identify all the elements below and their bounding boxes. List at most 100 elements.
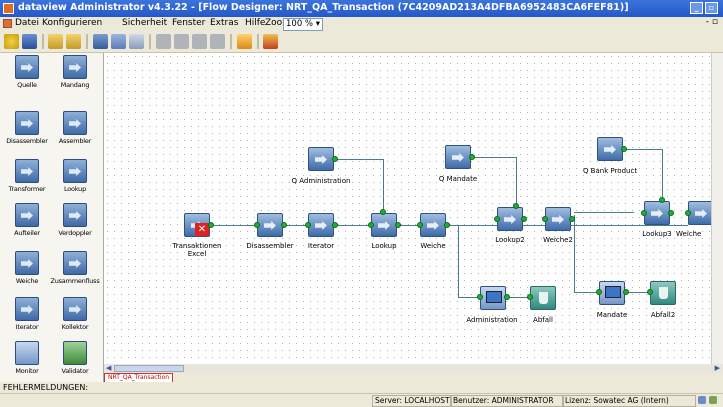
output-port[interactable] [521, 216, 527, 222]
node-administration[interactable] [480, 286, 506, 310]
input-port[interactable] [542, 216, 548, 222]
connect-icon[interactable] [93, 34, 108, 49]
input-port[interactable] [305, 222, 311, 228]
lookup-port[interactable] [513, 203, 519, 209]
collector-icon [63, 297, 87, 321]
palette-item-iterator[interactable]: Iterator [2, 297, 52, 337]
scroll-left-icon[interactable]: ◀ [106, 364, 111, 372]
node-iterator[interactable] [308, 213, 334, 237]
grid-icon[interactable] [111, 34, 126, 49]
mandang-icon [63, 55, 87, 79]
menu-konfigurieren[interactable]: Konfigurieren [42, 18, 102, 28]
input-port[interactable] [477, 294, 483, 300]
minimize-button[interactable]: _ [690, 2, 703, 14]
input-port[interactable] [417, 222, 423, 228]
connector [458, 225, 459, 297]
open-icon[interactable] [4, 34, 19, 49]
output-port[interactable] [621, 146, 627, 152]
folder-icon[interactable] [48, 34, 63, 49]
node-abfall2[interactable] [650, 281, 676, 305]
palette-item-transformer[interactable]: Transformer [2, 159, 52, 199]
toolbar [0, 31, 723, 53]
input-port[interactable] [494, 216, 500, 222]
maximize-button[interactable]: ▫ [705, 2, 718, 14]
palette-item-disassembler[interactable]: Disassembler [2, 111, 52, 151]
flow-canvas[interactable]: Q Administration Q Mandate Q Bank Produc… [104, 53, 711, 364]
palette-item-monitor[interactable]: Monitor [2, 341, 52, 381]
menu-sicherheit[interactable]: Sicherheit [122, 18, 167, 28]
zoom-select[interactable]: 100 % ▾ [283, 18, 323, 31]
palette-item-quelle[interactable]: Quelle [2, 55, 52, 95]
node-label: Weiche [676, 230, 702, 238]
source-icon [15, 55, 39, 79]
play-icon[interactable] [156, 34, 171, 49]
merge-icon [63, 251, 87, 275]
input-port[interactable] [596, 289, 602, 295]
save-icon[interactable] [22, 34, 37, 49]
output-port[interactable] [504, 294, 510, 300]
output-port[interactable] [569, 216, 575, 222]
lookup-port[interactable] [659, 197, 665, 203]
menu-fenster[interactable]: Fenster [172, 18, 205, 28]
output-port[interactable] [208, 222, 214, 228]
title-bar: dataview Administrator v4.3.22 - [Flow D… [0, 0, 723, 17]
palette-item-verdoppler[interactable]: Verdoppler [50, 203, 100, 243]
folder-open-icon[interactable] [66, 34, 81, 49]
node-transaktionen-excel[interactable]: ✕ [184, 213, 210, 237]
palette-item-lookup[interactable]: Lookup [50, 159, 100, 199]
node-disassembler[interactable] [257, 213, 283, 237]
node-abfall[interactable] [530, 286, 556, 310]
palette-item-zusammenfluss[interactable]: Zusammenfluss [50, 251, 100, 291]
output-port[interactable] [668, 210, 674, 216]
scroll-right-icon[interactable]: ▶ [715, 364, 720, 372]
node-mandate[interactable] [599, 281, 625, 305]
input-port[interactable] [527, 294, 533, 300]
stop-icon[interactable] [210, 34, 225, 49]
node-label: Q Mandate [438, 175, 478, 183]
node-q-bank-product[interactable] [597, 137, 623, 161]
input-port[interactable] [685, 210, 691, 216]
node-q-administration[interactable] [308, 147, 334, 171]
output-port[interactable] [281, 222, 287, 228]
horizontal-scrollbar[interactable]: ◀ ▶ [104, 364, 723, 373]
input-port[interactable] [368, 222, 374, 228]
palette-item-validator[interactable]: Validator [50, 341, 100, 381]
output-port[interactable] [395, 222, 401, 228]
palette-item-mandang[interactable]: Mandang [50, 55, 100, 95]
search-icon[interactable] [237, 34, 252, 49]
status-user: Benutzer: ADMINISTRATOR [450, 395, 564, 407]
output-port[interactable] [332, 156, 338, 162]
validator-icon [63, 341, 87, 365]
palette-item-kollektor[interactable]: Kollektor [50, 297, 100, 337]
input-port[interactable] [647, 289, 653, 295]
database-icon[interactable] [263, 34, 278, 49]
output-port[interactable] [623, 289, 629, 295]
vertical-scrollbar[interactable] [711, 53, 723, 364]
node-lookup2[interactable] [497, 207, 523, 231]
node-q-mandate[interactable] [445, 145, 471, 169]
toolbar-separator [149, 34, 151, 49]
node-weiche[interactable] [420, 213, 446, 237]
lookup-port[interactable] [380, 209, 386, 215]
step-icon[interactable] [174, 34, 189, 49]
menu-extras[interactable]: Extras [210, 18, 238, 28]
output-port[interactable] [332, 222, 338, 228]
palette-item-aufteiler[interactable]: Aufteiler [2, 203, 52, 243]
app-icon [3, 3, 14, 14]
node-lookup3[interactable] [644, 201, 670, 225]
output-port[interactable] [469, 154, 475, 160]
menu-datei[interactable]: Datei [15, 18, 39, 28]
view-icon[interactable] [129, 34, 144, 49]
node-lookup[interactable] [371, 213, 397, 237]
palette-item-weiche[interactable]: Weiche [2, 251, 52, 291]
palette-item-assembler[interactable]: Assembler [50, 111, 100, 151]
node-weiche2[interactable] [545, 207, 571, 231]
node-weiche-right[interactable] [688, 201, 711, 225]
output-port[interactable] [444, 222, 450, 228]
input-port[interactable] [641, 210, 647, 216]
pause-icon[interactable] [192, 34, 207, 49]
mdi-controls[interactable]: - ▫ [706, 17, 718, 27]
input-port[interactable] [254, 222, 260, 228]
menu-hilfe[interactable]: Hilfe [245, 18, 265, 28]
scroll-thumb[interactable] [114, 365, 184, 372]
